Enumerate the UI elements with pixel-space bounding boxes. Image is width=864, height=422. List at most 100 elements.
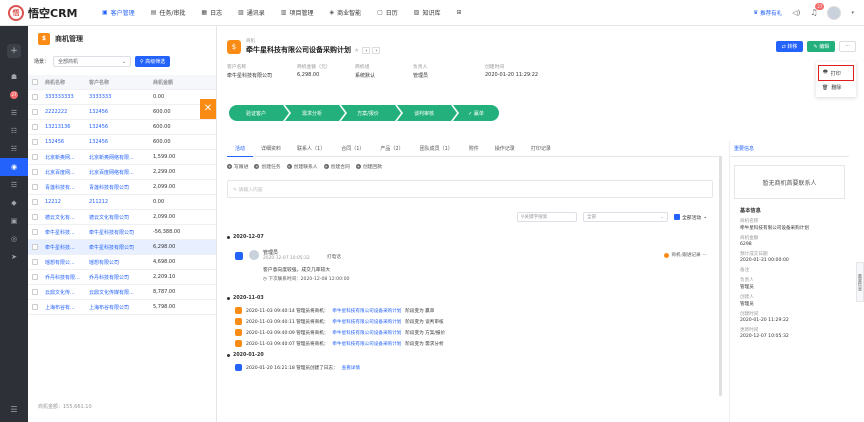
customer-name-link[interactable]: 北京百度网络有限... [86, 169, 150, 176]
customer-name-link[interactable]: 瑶想有限公司 [86, 259, 150, 266]
quick-create-button[interactable]: + [7, 44, 21, 58]
nav-item-6[interactable]: ▢ 日历 [369, 0, 406, 26]
stage-step[interactable]: 验证客户 [229, 105, 289, 121]
row-checkbox[interactable] [32, 124, 38, 130]
detail-tab[interactable]: 操作记录 [487, 141, 523, 157]
opportunity-name-link[interactable]: 青莲科技有... [42, 184, 86, 191]
table-row[interactable]: 132456 132456 600.00 [28, 135, 216, 150]
tab-important-info[interactable]: 重要信息 [730, 141, 849, 157]
opportunity-name-link[interactable]: 2222222 [42, 109, 86, 115]
customer-icon[interactable]: ☷ [0, 122, 28, 140]
delete-menu-item[interactable]: 🗑 删除 [818, 81, 854, 94]
send-icon[interactable]: ➤ [0, 248, 28, 266]
leads-icon[interactable]: ☰ [0, 104, 28, 122]
row-checkbox[interactable] [32, 109, 38, 115]
opportunity-name-link[interactable]: 12212 [42, 199, 86, 205]
customer-name-link[interactable]: 牵牛星科技有限公司 [86, 229, 150, 236]
opportunity-name-link[interactable]: 瑶想有限公... [42, 259, 86, 266]
row-checkbox[interactable] [32, 304, 38, 310]
keyword-search-input[interactable]: ⚲ 关键字搜索 [517, 212, 577, 222]
column-header[interactable]: 客户名称 [86, 79, 150, 86]
customer-name-link[interactable]: 132456 [86, 124, 150, 130]
transfer-button[interactable]: ⇄ 转移 [775, 41, 804, 52]
product-icon[interactable]: ▣ [0, 212, 28, 230]
user-avatar[interactable] [827, 5, 842, 20]
next-record-button[interactable]: › [372, 46, 381, 54]
opportunity-link[interactable]: 牵牛星科技有限公司设备采购计划 [332, 341, 401, 347]
detail-tab[interactable]: 联系人（1） [289, 141, 333, 157]
nav-item-3[interactable]: ▧ 通讯录 [230, 0, 273, 26]
dashboard-icon[interactable]: ☗ [0, 68, 28, 86]
more-icon[interactable]: ··· [703, 253, 707, 258]
customer-name-link[interactable]: 上海布谷有限公司 [86, 304, 150, 311]
row-checkbox[interactable] [32, 94, 38, 100]
all-activities-dropdown[interactable]: 全部活动 ⌄ [674, 214, 707, 221]
select-all-checkbox[interactable] [32, 79, 38, 85]
opportunity-name-link[interactable]: 333333333 [42, 94, 86, 100]
nav-item-5[interactable]: ◈ 商业智能 [321, 0, 369, 26]
stage-step[interactable]: 方案/报价 [341, 105, 401, 121]
edit-button[interactable]: ✎ 编辑 [807, 41, 836, 52]
column-header[interactable]: 商机金额 [150, 79, 200, 86]
row-checkbox[interactable] [32, 199, 38, 205]
follow-up-input[interactable]: ✎ 请输入内容 [227, 180, 713, 198]
nav-item-8[interactable]: ⊞ [448, 0, 472, 26]
customer-name-link[interactable]: 211212 [86, 199, 150, 205]
row-checkbox[interactable] [32, 169, 38, 175]
table-row[interactable]: 13213136 132456 600.00 [28, 120, 216, 135]
table-row[interactable]: 牵牛星科技... 牵牛星科技有限公司 -56,388.00 [28, 225, 216, 240]
customer-name-link[interactable]: 132456 [86, 109, 150, 115]
contract-icon[interactable]: ☲ [0, 176, 28, 194]
contacts-icon[interactable]: ☵ [0, 140, 28, 158]
table-row[interactable]: 瑶想有限公... 瑶想有限公司 4,698.00 [28, 255, 216, 270]
payment-icon[interactable]: ◆ [0, 194, 28, 212]
advanced-filter-button[interactable]: ⚲ 高级筛选 [135, 56, 171, 67]
opportunity-name-link[interactable]: 乔丹科技有限... [42, 274, 86, 281]
view-details-link[interactable]: 查看详情 [342, 365, 360, 371]
nav-item-7[interactable]: ▨ 知识库 [406, 0, 449, 26]
detail-tab[interactable]: 附件 [461, 141, 487, 157]
quick-action[interactable]: + 写跟进 [227, 163, 248, 170]
stage-step[interactable]: 需求分析 [285, 105, 345, 121]
table-row[interactable]: 北京新奥网... 北京新奥网络有限... 1,599.00 [28, 150, 216, 165]
customer-name-link[interactable]: 德云文化有限公司 [86, 214, 150, 221]
detail-tab[interactable]: 详细资料 [253, 141, 289, 157]
nav-item-2[interactable]: ▦ 日志 [193, 0, 230, 26]
quick-action[interactable]: + 创建联系人 [286, 163, 318, 170]
row-checkbox[interactable] [32, 214, 38, 220]
customer-name-link[interactable]: 牵牛星科技有限公司 [86, 244, 150, 251]
chevron-down-icon[interactable]: ▾ [851, 10, 854, 16]
quick-action[interactable]: + 创建任务 [254, 163, 281, 170]
table-row[interactable]: 牵牛星科技... 牵牛星科技有限公司 6,298.00 [28, 240, 216, 255]
opportunity-link[interactable]: 牵牛星科技有限公司设备采购计划 [332, 308, 401, 314]
opportunity-name-link[interactable]: 牵牛星科技... [42, 244, 86, 251]
detail-tab[interactable]: 打印记录 [523, 141, 559, 157]
prev-record-button[interactable]: ‹ [362, 46, 371, 54]
nav-item-0[interactable]: ▣ 客户管理 [94, 0, 143, 26]
table-row[interactable]: 德云文化有... 德云文化有限公司 2,099.00 [28, 210, 216, 225]
customer-name-link[interactable]: 132456 [86, 139, 150, 145]
quick-action[interactable]: + 创建回款 [355, 163, 382, 170]
opportunity-name-link[interactable]: 北京新奥网... [42, 154, 86, 161]
more-button[interactable]: ··· [839, 41, 856, 52]
visit-icon[interactable]: ◎ [0, 230, 28, 248]
row-checkbox[interactable] [32, 244, 38, 250]
opportunity-name-link[interactable]: 牵牛星科技... [42, 229, 86, 236]
row-checkbox[interactable] [32, 289, 38, 295]
row-checkbox[interactable] [32, 274, 38, 280]
opportunity-name-link[interactable]: 北京百度网... [42, 169, 86, 176]
activity-type-select[interactable]: 全部 ⌄ [583, 212, 668, 222]
star-icon[interactable]: ★ [354, 47, 359, 54]
table-row[interactable]: 北京百度网... 北京百度网络有限... 2,299.00 [28, 165, 216, 180]
bell-icon[interactable]: ♫ 27 [810, 3, 825, 17]
row-checkbox[interactable] [32, 229, 38, 235]
logo[interactable]: 悟 悟空CRM [0, 4, 94, 21]
recommend-link[interactable]: ♛ 推荐有礼 [753, 9, 782, 17]
table-row[interactable]: 上海布谷有... 上海布谷有限公司 5,798.00 [28, 300, 216, 315]
opportunity-name-link[interactable]: 德云文化有... [42, 214, 86, 221]
detail-tab[interactable]: 团队成员（1） [412, 141, 461, 157]
scene-select[interactable]: 全部商机 ⌄ [53, 56, 132, 67]
opportunity-name-link[interactable]: 云鼎文化传... [42, 289, 86, 296]
opportunity-name-link[interactable]: 13213136 [42, 124, 86, 130]
stage-step[interactable]: 谈判审核 [397, 105, 457, 121]
